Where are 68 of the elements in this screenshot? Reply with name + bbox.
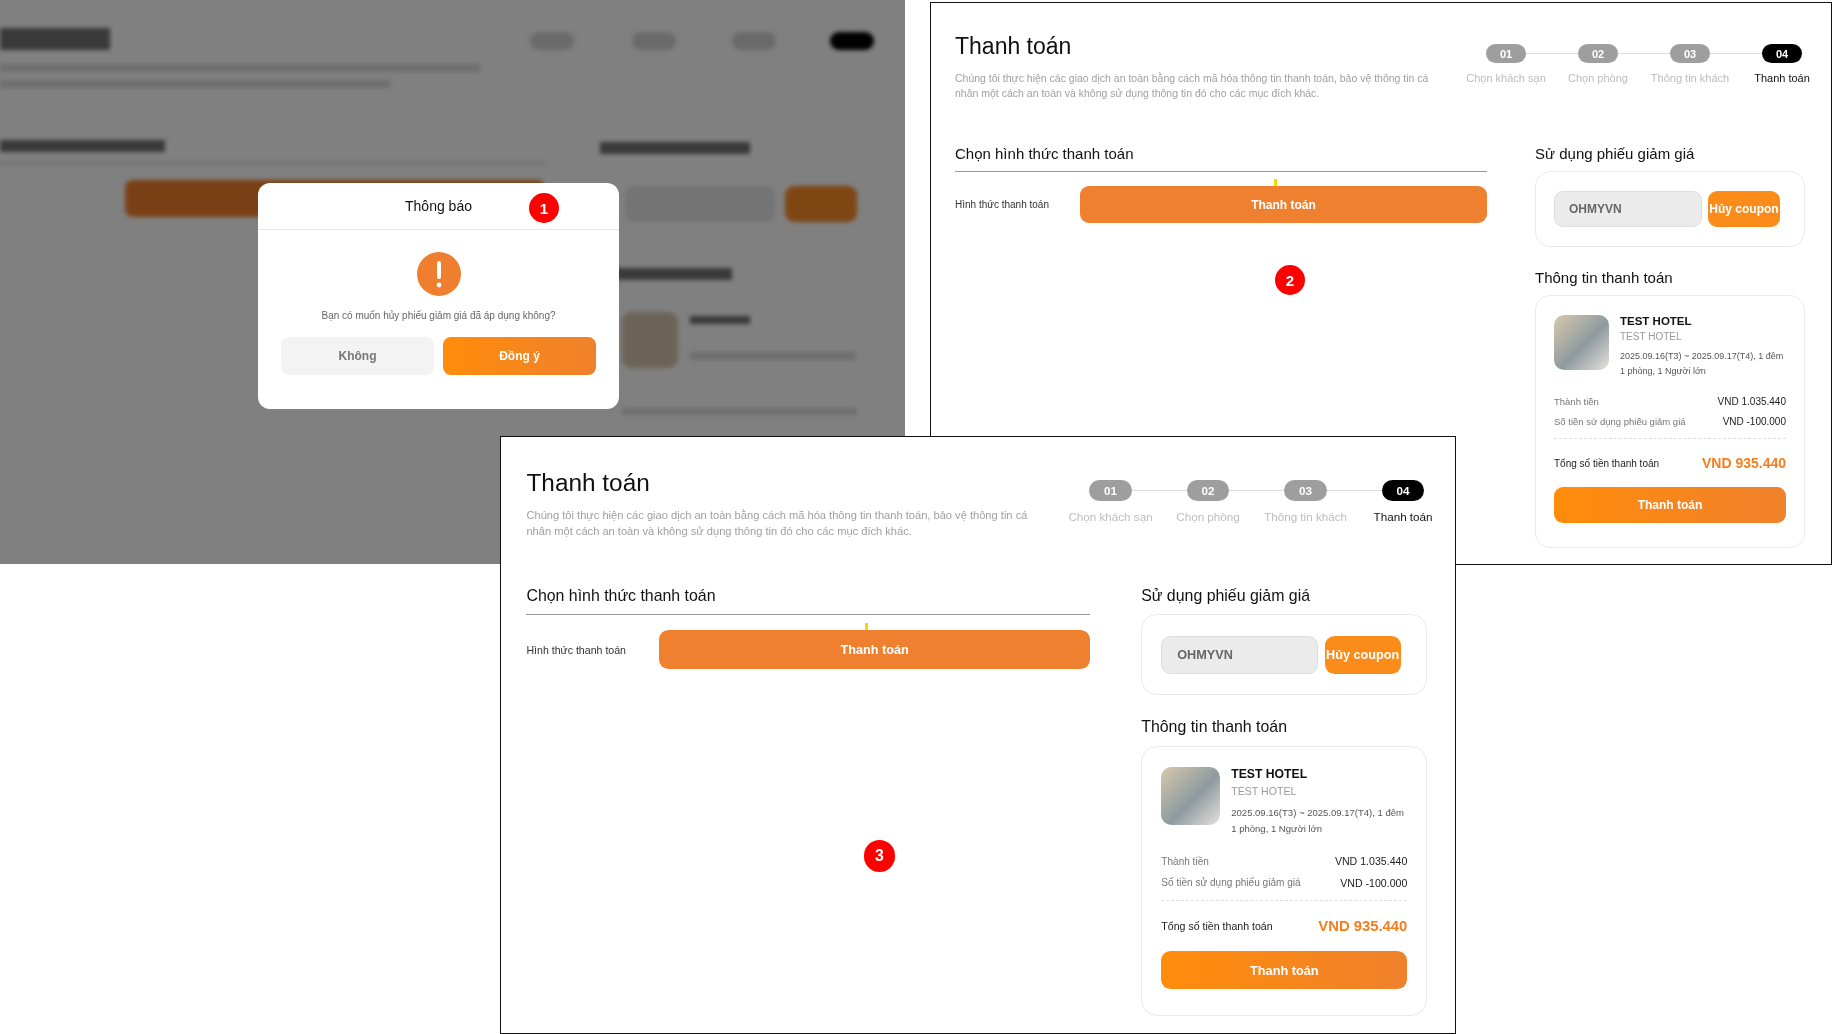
step-marker: 3	[863, 839, 896, 872]
dialog-message: Bạn có muốn hủy phiếu giảm giá đã áp dụng không?	[321, 310, 556, 321]
price-label: Thành tiền	[1161, 855, 1209, 867]
photo-placeholder	[1161, 766, 1220, 826]
marker-tick-icon	[1274, 179, 1277, 186]
price-value: VND 1.035.440	[1717, 396, 1786, 407]
price-label: Số tiền sử dụng phiếu giảm giá	[1554, 416, 1686, 427]
field-label: Hình thức thanh toán	[955, 199, 1050, 210]
total-label: Tổng số tiền thanh toán	[1161, 920, 1273, 933]
step-number: 02	[1578, 44, 1618, 63]
price-label: Thành tiền	[1554, 396, 1599, 407]
step-label: Thanh toán	[1754, 72, 1810, 84]
photo-placeholder	[1554, 315, 1609, 370]
page-title: Thanh toán	[526, 468, 651, 497]
hotel-subtitle: TEST HOTEL	[1231, 785, 1298, 798]
page-title: Thanh toán	[955, 33, 1073, 60]
step-number: 04	[1381, 480, 1425, 501]
price-label: Số tiền sử dụng phiếu giảm giá	[1161, 877, 1301, 889]
section-heading: Chọn hình thức thanh toán	[955, 145, 1487, 172]
hotel-subtitle: TEST HOTEL	[1620, 331, 1683, 342]
hotel-name: TEST HOTEL	[1620, 315, 1693, 327]
step-marker: 2	[1275, 265, 1305, 295]
pay-button[interactable]: Thanh toán	[1554, 487, 1786, 523]
step-label: Chọn khách sạn	[1466, 72, 1546, 84]
marker-tick-icon	[864, 622, 868, 631]
page-description: Chúng tôi thực hiện các giao dịch an toàn bằng cách mã hóa thông tin thanh toán, bảo vệ thông tin cá nhân một cách an toàn và không sử dụng thông tin đó cho các mục đích khác.	[526, 508, 1029, 540]
step-number: 04	[1762, 44, 1802, 63]
cancel-coupon-button[interactable]: Hủy coupon	[1324, 635, 1401, 674]
step-label: Chọn phòng	[1568, 72, 1628, 84]
total-label: Tổng số tiền thanh toán	[1554, 457, 1660, 469]
warning-icon	[416, 252, 461, 296]
price-value: VND -100.000	[1340, 876, 1408, 889]
field-label: Hình thức thanh toán	[526, 643, 627, 656]
price-value: VND 1.035.440	[1334, 855, 1408, 868]
coupon-field[interactable]: OHMYVN	[1554, 191, 1702, 227]
cancel-button[interactable]: Không	[281, 337, 434, 375]
stay-dates: 2025.09.16(T3) ~ 2025.09.17(T4), 1 đêm	[1231, 806, 1404, 818]
step-label: Chọn phòng	[1176, 510, 1240, 524]
section-heading: Thông tin thanh toán	[1535, 269, 1674, 286]
price-value: VND -100.000	[1722, 416, 1786, 427]
confirm-button[interactable]: Đồng ý	[443, 337, 596, 375]
step-number: 02	[1186, 480, 1230, 501]
step-number: 01	[1089, 480, 1132, 501]
cancel-coupon-button[interactable]: Hủy coupon	[1708, 191, 1780, 227]
pay-button[interactable]: Thanh toán	[1161, 951, 1408, 990]
payment-method-button[interactable]: Thanh toán	[1080, 186, 1487, 223]
section-heading: Chọn hình thức thanh toán	[526, 586, 1091, 616]
section-heading: Sử dụng phiếu giảm giá	[1535, 145, 1696, 162]
step-marker: 1	[529, 193, 559, 223]
payment-method-button[interactable]: Thanh toán	[658, 630, 1091, 670]
guest-count: 1 phòng, 1 Người lớn	[1231, 822, 1324, 834]
stay-dates: 2025.09.16(T3) ~ 2025.09.17(T4), 1 đêm	[1620, 351, 1784, 361]
step-number: 01	[1486, 44, 1526, 63]
step-label: Thanh toán	[1373, 510, 1433, 524]
section-heading: Thông tin thanh toán	[1141, 718, 1288, 737]
step-label: Thông tin khách	[1650, 72, 1730, 84]
step-number: 03	[1284, 480, 1327, 501]
hotel-name: TEST HOTEL	[1231, 766, 1309, 781]
total-value: VND 935.440	[1701, 455, 1786, 471]
step-number: 03	[1670, 44, 1710, 63]
dialog-title: Thông báo	[405, 198, 472, 214]
section-heading: Sử dụng phiếu giảm giá	[1141, 586, 1311, 605]
page-description: Chúng tôi thực hiện các giao dịch an toàn bằng cách mã hóa thông tin thanh toán, bảo vệ thông tin cá nhân một cách an toàn và không sử dụng thông tin đó cho các mục đích khác.	[955, 71, 1430, 101]
guest-count: 1 phòng, 1 Người lớn	[1620, 366, 1707, 376]
coupon-field[interactable]: OHMYVN	[1161, 635, 1319, 674]
step-label: Thông tin khách	[1264, 510, 1347, 524]
total-value: VND 935.440	[1318, 918, 1408, 935]
step-label: Chọn khách sạn	[1068, 510, 1153, 524]
